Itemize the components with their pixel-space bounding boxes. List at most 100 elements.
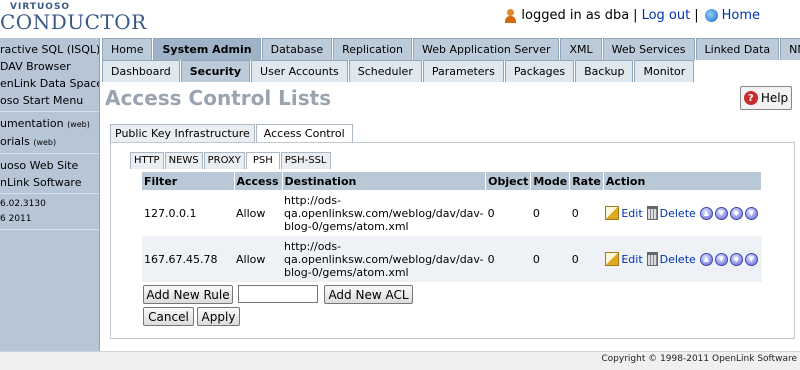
tab-monitor[interactable]: Monitor xyxy=(634,60,695,82)
move-top-icon[interactable]: ◆ xyxy=(729,206,743,220)
table-header-row: Filter Access Destination Object Mode Ra… xyxy=(142,172,763,190)
tab-nntp[interactable]: NNTP xyxy=(780,38,800,60)
tab-dashboard[interactable]: Dashboard xyxy=(102,60,180,82)
rate-cell: 0 xyxy=(571,206,579,220)
tab-public-key-infrastructure[interactable]: Public Key Infrastructure xyxy=(110,124,255,142)
move-down-icon[interactable]: ▼ xyxy=(714,252,728,266)
edit-link[interactable]: Edit xyxy=(621,207,642,220)
col-object: Object xyxy=(485,172,532,190)
protocol-tabs: HTTP NEWS PROXY PSH PSH-SSL xyxy=(130,152,332,169)
col-rate: Rate xyxy=(569,172,604,190)
tab-replication[interactable]: Replication xyxy=(333,38,412,60)
cancel-button[interactable]: Cancel xyxy=(143,307,194,326)
tab-security[interactable]: Security xyxy=(180,60,251,82)
edit-link[interactable]: Edit xyxy=(621,253,642,266)
sidebar-item-start-menu[interactable]: oso Start Menu xyxy=(0,92,99,109)
version-date: 6 2011 xyxy=(0,214,32,224)
access-cell: Allow xyxy=(236,206,266,220)
col-access: Access xyxy=(234,172,283,190)
action-cell: Edit Delete ▲ ▼ ◆ ▼ xyxy=(603,190,761,236)
tab-http[interactable]: HTTP xyxy=(130,152,164,169)
virtuoso-conductor-logo[interactable]: VIRTUOSO CONDUCTOR xyxy=(0,2,146,34)
edit-icon[interactable] xyxy=(605,206,620,220)
new-rule-input[interactable] xyxy=(238,285,318,303)
tab-linked-data[interactable]: Linked Data xyxy=(695,38,780,60)
tab-user-accounts[interactable]: User Accounts xyxy=(251,60,348,82)
tab-backup[interactable]: Backup xyxy=(575,60,634,82)
move-up-icon[interactable]: ▲ xyxy=(699,252,713,266)
main-tabs: Home System Admin Database Replication W… xyxy=(102,38,800,60)
sidebar-item-isql[interactable]: ractive SQL (ISQL) xyxy=(0,41,99,58)
col-filter: Filter xyxy=(142,172,235,190)
help-button[interactable]: ? Help xyxy=(740,86,792,110)
col-mode: Mode xyxy=(530,172,571,190)
sidebar-item-data-spaces[interactable]: enLink Data Spaces xyxy=(0,75,99,92)
separator: | xyxy=(633,8,638,23)
tab-psh-ssl[interactable]: PSH-SSL xyxy=(280,152,331,169)
add-new-rule-button[interactable]: Add New Rule xyxy=(143,285,233,304)
destination-cell: http://ods-qa.openlinksw.com/weblog/dav/… xyxy=(284,193,484,233)
tab-news[interactable]: NEWS xyxy=(164,152,203,169)
footer: Copyright © 1998-2011 OpenLink Software xyxy=(0,351,800,370)
tab-web-services[interactable]: Web Services xyxy=(602,38,695,60)
sub-tabs: Dashboard Security User Accounts Schedul… xyxy=(102,60,695,82)
tab-psh[interactable]: PSH xyxy=(245,152,280,169)
tab-scheduler[interactable]: Scheduler xyxy=(348,60,422,82)
delete-link[interactable]: Delete xyxy=(660,207,696,220)
edit-icon[interactable] xyxy=(605,252,620,266)
version-number: 6.02.3130 xyxy=(0,199,46,209)
rate-cell: 0 xyxy=(569,236,604,282)
user-icon xyxy=(504,8,517,23)
tab-web-application-server[interactable]: Web Application Server xyxy=(412,38,560,60)
tab-system-admin[interactable]: System Admin xyxy=(153,38,261,60)
col-destination: Destination xyxy=(282,172,487,190)
tab-parameters[interactable]: Parameters xyxy=(422,60,504,82)
tab-database[interactable]: Database xyxy=(261,38,333,60)
object-cell: 0 xyxy=(487,206,495,220)
copyright-text: Copyright © 1998-2011 OpenLink Software xyxy=(601,354,797,364)
col-action: Action xyxy=(603,172,763,190)
action-cell: Edit Delete ▲ ▼ ◆ ▼ xyxy=(603,236,762,282)
delete-link[interactable]: Delete xyxy=(660,253,696,266)
acl-table: Filter Access Destination Object Mode Ra… xyxy=(142,172,763,282)
logged-in-text: logged in as dba xyxy=(521,8,630,23)
help-icon: ? xyxy=(743,91,758,105)
separator: | xyxy=(694,8,699,23)
move-bottom-icon[interactable]: ▼ xyxy=(744,206,758,220)
add-new-acl-button[interactable]: Add New ACL xyxy=(324,285,413,304)
logout-link[interactable]: Log out xyxy=(642,8,691,23)
object-cell: 0 xyxy=(485,236,531,282)
sidebar-item-dav-browser[interactable]: DAV Browser xyxy=(0,58,99,75)
logo-big-text: CONDUCTOR xyxy=(0,10,147,34)
home-icon[interactable] xyxy=(704,9,718,22)
sidebar-tools: ractive SQL (ISQL) DAV Browser enLink Da… xyxy=(0,38,99,112)
sidebar-item-virtuoso-site[interactable]: uoso Web Site xyxy=(0,157,99,174)
table-row: 167.67.45.78 Allow http://ods-qa.openlin… xyxy=(142,236,762,282)
help-label: Help xyxy=(760,91,789,105)
sidebar-item-openlink-software[interactable]: nLink Software xyxy=(0,174,99,191)
move-up-icon[interactable]: ▲ xyxy=(699,206,713,220)
sidebar-docs: umentation (web) orials (web) xyxy=(0,112,99,154)
home-link[interactable]: Home xyxy=(722,8,760,23)
trash-icon[interactable] xyxy=(646,206,658,220)
trash-icon[interactable] xyxy=(646,252,658,266)
destination-cell: http://ods-qa.openlinksw.com/weblog/dav/… xyxy=(282,236,486,282)
move-top-icon[interactable]: ◆ xyxy=(729,252,743,266)
header: VIRTUOSO CONDUCTOR logged in as dba | Lo… xyxy=(0,0,800,38)
content-tabs: Public Key Infrastructure Access Control xyxy=(110,124,354,142)
page-title: Access Control Lists xyxy=(105,86,332,110)
user-bar: logged in as dba | Log out | Home xyxy=(504,8,760,23)
filter-cell: 167.67.45.78 xyxy=(142,236,234,282)
sidebar-item-tutorials[interactable]: orials (web) xyxy=(0,133,99,151)
sidebar: ractive SQL (ISQL) DAV Browser enLink Da… xyxy=(0,38,100,351)
tab-proxy[interactable]: PROXY xyxy=(203,152,245,169)
move-bottom-icon[interactable]: ▼ xyxy=(744,252,758,266)
tab-xml[interactable]: XML xyxy=(560,38,602,60)
sidebar-item-documentation[interactable]: umentation (web) xyxy=(0,115,99,133)
move-down-icon[interactable]: ▼ xyxy=(714,206,728,220)
apply-button[interactable]: Apply xyxy=(197,307,240,326)
tab-home[interactable]: Home xyxy=(102,38,153,60)
mode-cell: 0 xyxy=(530,236,570,282)
tab-packages[interactable]: Packages xyxy=(504,60,575,82)
tab-access-control[interactable]: Access Control xyxy=(255,124,353,142)
